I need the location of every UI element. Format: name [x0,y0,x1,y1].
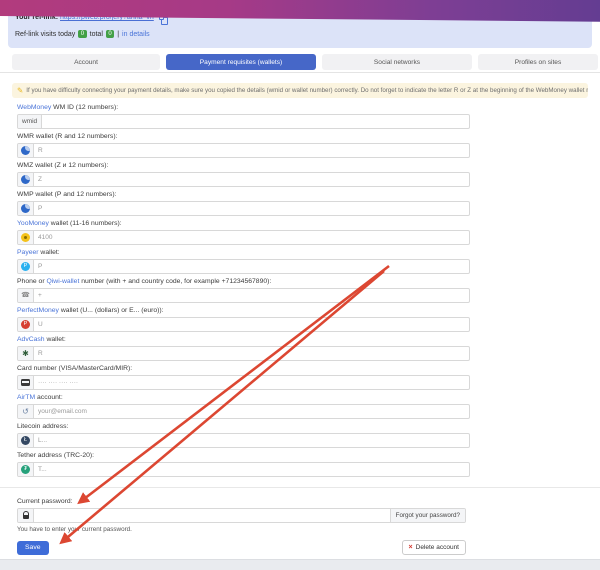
visits-today-badge: 0 [78,30,86,38]
payeer-link[interactable]: Payeer [17,249,39,256]
perfectmoney-icon: P [18,318,34,331]
field-label: WM ID (12 numbers): [51,104,118,111]
tab-profiles-on-sites[interactable]: Profiles on sites [478,54,598,70]
tab-bar: Account Payment requisites (wallets) Soc… [12,54,598,70]
litecoin-icon: Ł [18,434,34,447]
field-airtm-account: AirTM account: ↺ [17,394,470,419]
field-qiwi-phone: Phone or Qiwi-wallet number (with + and … [17,278,470,303]
perfectmoney-link[interactable]: PerfectMoney [17,307,59,314]
wallet-fields: WebMoney WM ID (12 numbers): wmid WMR wa… [17,104,470,477]
yoomoney-icon [18,231,34,244]
current-password-label: Current password: [17,498,466,506]
forgot-password-button[interactable]: Forgot your password? [390,509,465,522]
qiwi-phone-input[interactable] [34,289,469,302]
field-label: WMZ wallet (Z и 12 numbers): [17,162,108,169]
advcash-link[interactable]: AdvCash [17,336,45,343]
delete-x-icon: × [409,544,413,551]
webmoney-icon [18,202,34,215]
delete-account-button[interactable]: × Delete account [402,540,466,555]
tab-account[interactable]: Account [12,54,160,70]
litecoin-address-input[interactable] [34,434,469,447]
advcash-icon: ✱ [18,347,34,360]
yoomoney-link[interactable]: YooMoney [17,220,49,227]
webmoney-icon [18,173,34,186]
tab-payment-requisites[interactable]: Payment requisites (wallets) [166,54,316,70]
tab-social-networks[interactable]: Social networks [322,54,472,70]
section-divider [0,487,600,488]
settings-page: Your ref-link: https://pweb.pro/jery?ann… [0,0,600,570]
perfectmoney-wallet-input[interactable] [34,318,469,331]
tether-address-input[interactable] [34,463,469,476]
phone-icon: ☎ [18,289,34,302]
field-payeer-wallet: Payeer wallet: P [17,249,470,274]
save-button[interactable]: Save [17,541,49,555]
airtm-link[interactable]: AirTM [17,394,35,401]
field-label: account: [35,394,63,401]
wmid-prefix-text: wmid [18,115,42,128]
field-label: wallet: [39,249,60,256]
field-card-number: Card number (VISA/MasterCard/MIR): [17,365,470,390]
field-litecoin-address: Litecoin address: Ł [17,423,470,448]
lock-icon [18,509,34,522]
webmoney-link[interactable]: WebMoney [17,104,51,111]
field-wmz-wallet: WMZ wallet (Z и 12 numbers): [17,162,470,187]
delete-account-label: Delete account [416,544,459,551]
field-label: wallet: [45,336,66,343]
visits-label: Ref-link visits today [15,31,75,38]
warning-banner: ✎ If you have difficulty connecting your… [12,83,588,98]
card-number-input[interactable] [34,376,469,389]
field-label: WMP wallet (P and 12 numbers): [17,191,116,198]
payeer-icon: P [18,260,34,273]
wmr-wallet-input[interactable] [34,144,469,157]
field-perfectmoney-wallet: PerfectMoney wallet (U... (dollars) or E… [17,307,470,332]
field-yoomoney-wallet: YooMoney wallet (11-16 numbers): [17,220,470,245]
field-label: wallet (11-16 numbers): [49,220,122,227]
airtm-icon: ↺ [18,405,34,418]
payeer-wallet-input[interactable] [34,260,469,273]
visits-total-badge: 0 [106,30,114,38]
ref-link-stats: Ref-link visits today 0 total 0 | in det… [15,30,150,38]
wmid-input[interactable] [42,115,469,128]
actions-row: Save × Delete account [17,540,466,555]
field-label: Tether address (TRC-20): [17,452,94,459]
current-password-input[interactable] [34,509,390,522]
stats-divider: | [117,31,119,38]
wmp-wallet-input[interactable] [34,202,469,215]
page-footer-strip [0,559,600,570]
qiwi-link[interactable]: Qiwi-wallet [46,278,79,285]
field-label: WMR wallet (R and 12 numbers): [17,133,117,140]
warning-text: If you have difficulty connecting your p… [26,87,588,94]
password-helper-text: You have to enter your current password. [17,526,466,533]
tether-icon: ₮ [18,463,34,476]
webmoney-icon [18,144,34,157]
field-wmr-wallet: WMR wallet (R and 12 numbers): [17,133,470,158]
field-webmoney-wmid: WebMoney WM ID (12 numbers): wmid [17,104,470,129]
field-label: Phone or [17,278,46,285]
card-icon [18,376,34,389]
field-label: wallet (U... (dollars) or E... (euro)): [59,307,164,314]
field-label: Litecoin address: [17,423,68,430]
payment-requisites-panel: ✎ If you have difficulty connecting your… [0,72,600,558]
field-advcash-wallet: AdvCash wallet: ✱ [17,336,470,361]
warning-pencil-icon: ✎ [17,86,23,95]
total-label: total [90,31,103,38]
airtm-account-input[interactable] [34,405,469,418]
advcash-wallet-input[interactable] [34,347,469,360]
password-section: Current password: Forgot your password? … [17,498,466,555]
field-label: number (with + and country code, for exa… [79,278,271,285]
field-tether-address: Tether address (TRC-20): ₮ [17,452,470,477]
yoomoney-wallet-input[interactable] [34,231,469,244]
in-details-link[interactable]: in details [122,31,150,38]
field-label: Card number (VISA/MasterCard/MIR): [17,365,132,372]
field-wmp-wallet: WMP wallet (P and 12 numbers): [17,191,470,216]
wmz-wallet-input[interactable] [34,173,469,186]
